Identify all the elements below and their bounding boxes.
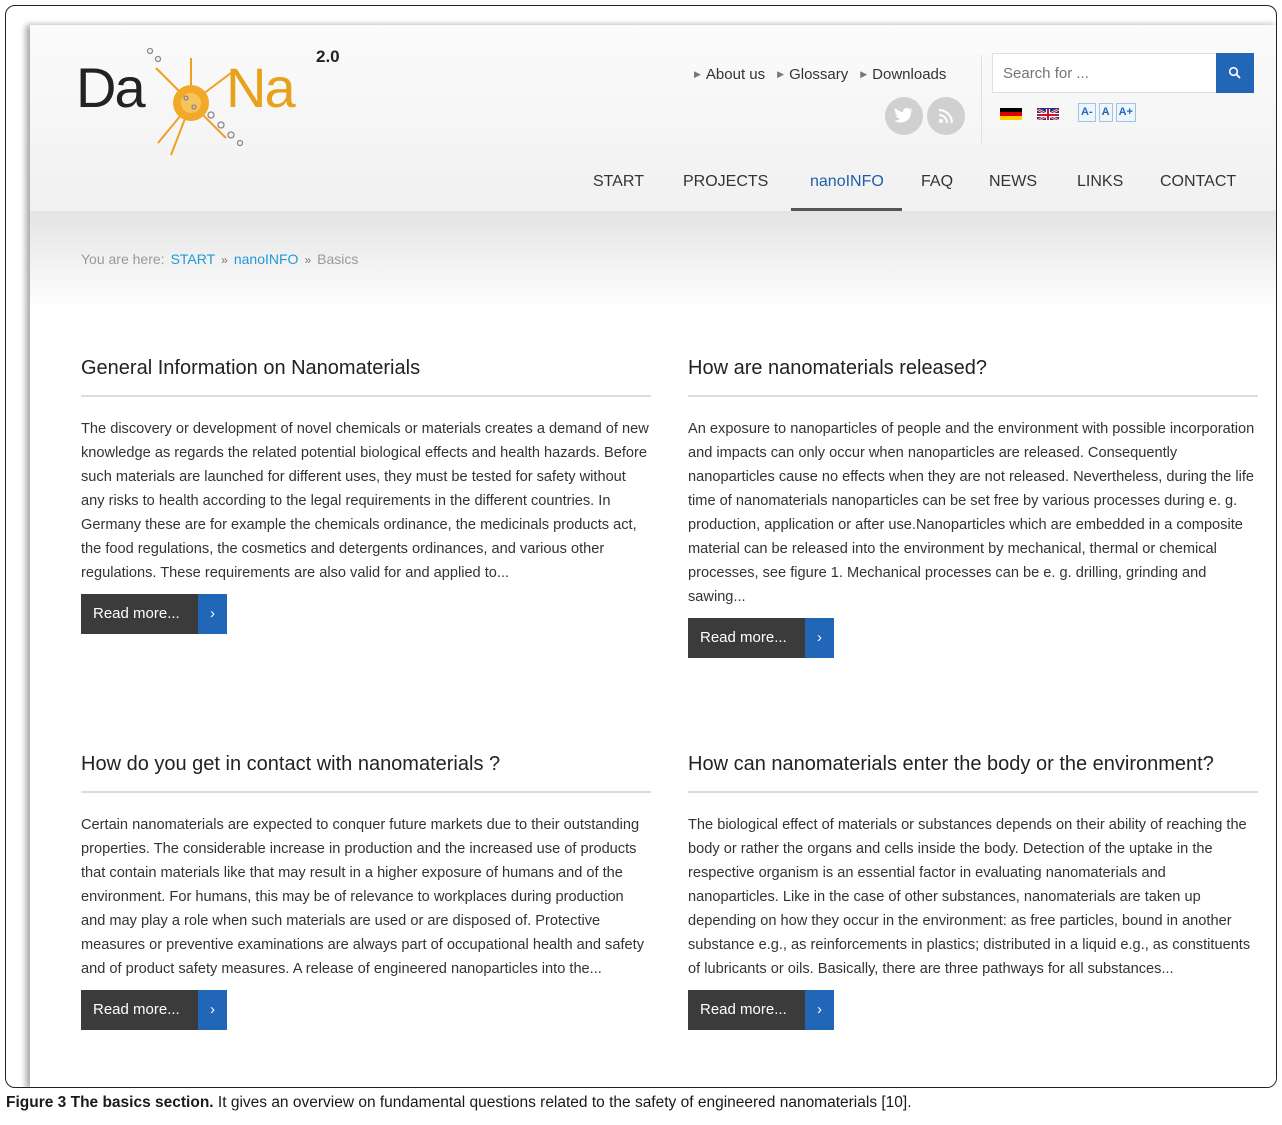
article-divider: [81, 791, 651, 793]
breadcrumb: You are here: START » nanoINFO » Basics: [81, 251, 358, 267]
font-size-reset-button[interactable]: A: [1098, 103, 1113, 122]
search-button[interactable]: [1216, 53, 1254, 93]
german-flag-icon[interactable]: [1000, 108, 1022, 120]
nav-active-indicator: [791, 208, 902, 211]
article-excerpt: An exposure to nanoparticles of people a…: [688, 421, 1255, 605]
header-divider: [981, 55, 982, 143]
breadcrumb-item-current: Basics: [317, 251, 359, 267]
top-link-label: About us: [705, 66, 766, 83]
article-divider: [81, 395, 651, 397]
read-more-label: Read more...: [81, 594, 198, 634]
read-more-button[interactable]: Read more... ›: [81, 990, 227, 1030]
read-more-button[interactable]: Read more... ›: [81, 594, 227, 634]
figure-frame: Da Na 2.0 ▶ About us ▶ Glossary ▶ Downlo…: [5, 5, 1277, 1088]
article-title[interactable]: How do you get in contact with nanomater…: [81, 747, 651, 781]
caption-text: It gives an overview on fundamental ques…: [217, 1094, 912, 1111]
nav-item-nanoinfo[interactable]: nanoINFO: [810, 173, 884, 211]
breadcrumb-item-nanoinfo[interactable]: nanoINFO: [234, 251, 299, 267]
breadcrumb-separator: »: [304, 253, 312, 267]
logo-version: 2.0: [316, 47, 340, 66]
article-title[interactable]: General Information on Nanomaterials: [81, 351, 651, 385]
font-size-increase-button[interactable]: A+: [1115, 103, 1136, 122]
site-logo[interactable]: Da Na 2.0: [76, 43, 340, 163]
top-link-about-us[interactable]: ▶ About us: [694, 66, 765, 83]
font-size-decrease-button[interactable]: A-: [1078, 103, 1096, 122]
caption-label: Figure 3 The basics section.: [6, 1094, 214, 1111]
triangle-right-icon: ▶: [860, 69, 868, 79]
chevron-right-icon: ›: [198, 594, 227, 634]
breadcrumb-item-start[interactable]: START: [171, 251, 216, 267]
top-link-glossary[interactable]: ▶ Glossary: [777, 66, 848, 83]
twitter-icon[interactable]: [885, 97, 923, 135]
article-divider: [688, 395, 1258, 397]
logo-text-right: Na: [226, 56, 296, 119]
triangle-right-icon: ▶: [694, 69, 701, 79]
chevron-right-icon: ›: [805, 618, 834, 658]
article-excerpt: Certain nanomaterials are expected to co…: [81, 817, 644, 977]
read-more-label: Read more...: [81, 990, 198, 1030]
chevron-right-icon: ›: [805, 990, 834, 1030]
triangle-right-icon: ▶: [777, 69, 785, 79]
rss-icon[interactable]: [927, 97, 965, 135]
search-icon: [1228, 66, 1241, 79]
article-excerpt: The biological effect of materials or su…: [688, 817, 1251, 977]
article-card: General Information on Nanomaterials The…: [81, 351, 651, 634]
nav-item-projects[interactable]: PROJECTS: [683, 173, 768, 211]
chevron-right-icon: ›: [198, 990, 227, 1030]
article-card: How do you get in contact with nanomater…: [81, 747, 651, 1030]
top-link-label: Downloads: [872, 66, 947, 83]
breadcrumb-prefix: You are here:: [81, 251, 165, 267]
figure-caption: Figure 3 The basics section. It gives an…: [6, 1094, 912, 1112]
breadcrumb-separator: »: [221, 253, 228, 267]
top-link-downloads[interactable]: ▶ Downloads: [860, 66, 946, 83]
nav-item-faq[interactable]: FAQ: [921, 173, 953, 211]
article-card: How are nanomaterials released? An expos…: [688, 351, 1258, 658]
logo-text-left: Da: [76, 56, 146, 119]
article-divider: [688, 791, 1258, 793]
nav-item-links[interactable]: LINKS: [1077, 173, 1123, 211]
read-more-button[interactable]: Read more... ›: [688, 990, 834, 1030]
web-page: Da Na 2.0 ▶ About us ▶ Glossary ▶ Downlo…: [30, 25, 1276, 1087]
top-links: ▶ About us ▶ Glossary ▶ Downloads: [694, 66, 946, 83]
read-more-button[interactable]: Read more... ›: [688, 618, 834, 658]
nav-item-start[interactable]: START: [593, 173, 644, 211]
article-title[interactable]: How can nanomaterials enter the body or …: [688, 747, 1258, 781]
search-box: [992, 53, 1254, 93]
top-link-label: Glossary: [789, 66, 849, 83]
font-size-controls: A- A A+: [1078, 103, 1136, 122]
read-more-label: Read more...: [688, 618, 805, 658]
uk-flag-icon[interactable]: [1037, 108, 1059, 120]
search-input[interactable]: [993, 54, 1217, 92]
article-title[interactable]: How are nanomaterials released?: [688, 351, 1258, 385]
article-excerpt: The discovery or development of novel ch…: [81, 421, 649, 581]
read-more-label: Read more...: [688, 990, 805, 1030]
nav-item-contact[interactable]: CONTACT: [1160, 173, 1236, 211]
nav-item-news[interactable]: NEWS: [989, 173, 1037, 211]
article-card: How can nanomaterials enter the body or …: [688, 747, 1258, 1030]
